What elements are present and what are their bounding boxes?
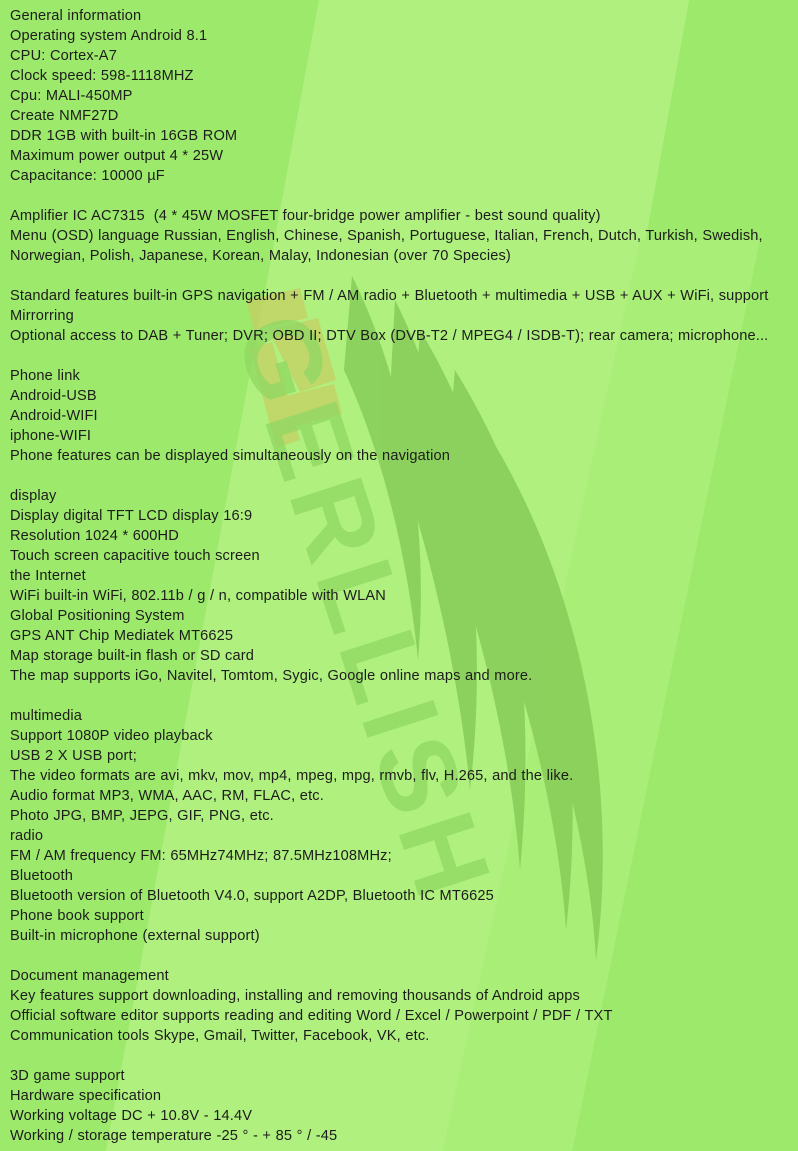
section-heading-document-management: Document management	[10, 968, 169, 984]
spec-line: The map supports iGo, Navitel, Tomtom, S…	[10, 668, 533, 684]
spec-line: Amplifier IC AC7315 (4 * 45W MOSFET four…	[10, 208, 601, 224]
spec-line: Operating system Android 8.1	[10, 28, 208, 44]
spec-line: Clock speed: 598-1118MHZ	[10, 68, 194, 84]
spec-line: Map storage built-in flash or SD card	[10, 648, 255, 664]
spec-line: Hardware specification	[10, 1088, 162, 1104]
spec-line: USB 2 X USB port;	[10, 748, 137, 764]
section-heading-general-information: General information	[10, 8, 142, 24]
spec-line: The video formats are avi, mkv, mov, mp4…	[10, 768, 574, 784]
spec-line: Phone features can be displayed simultan…	[10, 448, 451, 464]
spec-line: Standard features built-in GPS navigatio…	[10, 288, 773, 324]
spec-line: Maximum power output 4 * 25W	[10, 148, 224, 164]
spec-line: iphone-WIFI	[10, 428, 92, 444]
spec-line: Capacitance: 10000 µF	[10, 168, 165, 184]
spec-line: Photo JPG, BMP, JEPG, GIF, PNG, etc.	[10, 808, 274, 824]
section-heading-multimedia: multimedia	[10, 708, 83, 724]
spec-line: Android-WIFI	[10, 408, 98, 424]
spec-line: Audio format MP3, WMA, AAC, RM, FLAC, et…	[10, 788, 324, 804]
spec-line: Support 1080P video playback	[10, 728, 213, 744]
spec-line: Phone book support	[10, 908, 144, 924]
spec-line: Display digital TFT LCD display 16:9	[10, 508, 253, 524]
spec-line: Communication tools Skype, Gmail, Twitte…	[10, 1028, 430, 1044]
spec-line: Working / storage temperature -25 ° - + …	[10, 1128, 338, 1144]
section-heading-phone-link: Phone link	[10, 368, 80, 384]
spec-line: CPU: Cortex-A7	[10, 48, 117, 64]
spec-line: Bluetooth version of Bluetooth V4.0, sup…	[10, 888, 494, 904]
spec-line: the Internet	[10, 568, 86, 584]
spec-line: Optional access to DAB + Tuner; DVR; OBD…	[10, 328, 769, 344]
spec-line: Menu (OSD) language Russian, English, Ch…	[10, 228, 768, 264]
spec-line: Cpu: MALI-450MP	[10, 88, 133, 104]
spec-line: Built-in microphone (external support)	[10, 928, 260, 944]
specification-sheet: General information Operating system Andr…	[0, 0, 798, 1146]
spec-line: Create NMF27D	[10, 108, 119, 124]
spec-line: FM / AM frequency FM: 65MHz74MHz; 87.5MH…	[10, 848, 392, 864]
spec-line: WiFi built-in WiFi, 802.11b / g / n, com…	[10, 588, 386, 604]
spec-line: GPS ANT Chip Mediatek MT6625	[10, 628, 234, 644]
spec-line: Android-USB	[10, 388, 97, 404]
spec-line: Bluetooth	[10, 868, 73, 884]
spec-line: Resolution 1024 * 600HD	[10, 528, 179, 544]
spec-line: Key features support downloading, instal…	[10, 988, 580, 1004]
spec-line: Official software editor supports readin…	[10, 1008, 613, 1024]
spec-line: DDR 1GB with built-in 16GB ROM	[10, 128, 238, 144]
spec-line: radio	[10, 828, 44, 844]
spec-line: Working voltage DC + 10.8V - 14.4V	[10, 1108, 253, 1124]
spec-line: Touch screen capacitive touch screen	[10, 548, 260, 564]
section-heading-display: display	[10, 488, 57, 504]
spec-line: Global Positioning System	[10, 608, 185, 624]
section-heading-hardware-specification: 3D game support	[10, 1068, 125, 1084]
